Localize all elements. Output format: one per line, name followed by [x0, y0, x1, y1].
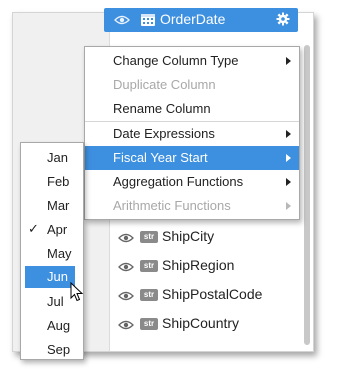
gear-icon[interactable] — [276, 12, 290, 31]
menu-item-duplicate-column[interactable]: Duplicate Column — [85, 73, 299, 97]
screenshot-stage: OrderDate str ShipCity str ShipRegion st… — [0, 0, 338, 370]
menu-item-fiscal-year-start[interactable]: Fiscal Year Start — [85, 146, 299, 170]
column-row[interactable]: str ShipCountry — [116, 312, 296, 336]
month-label: Apr — [47, 222, 68, 237]
column-row[interactable]: str ShipRegion — [116, 254, 296, 278]
panel-scrollbar[interactable] — [304, 45, 310, 345]
month-label: May — [47, 246, 72, 261]
eye-icon[interactable] — [114, 13, 130, 31]
column-name: ShipPostalCode — [162, 286, 263, 302]
month-option-checked[interactable]: ✓ Apr — [21, 219, 83, 241]
month-option[interactable]: Aug — [21, 315, 83, 337]
menu-item-date-expressions[interactable]: Date Expressions — [85, 122, 299, 146]
month-label: Jun — [47, 269, 68, 284]
menu-item-label: Arithmetic Functions — [113, 198, 231, 213]
submenu-arrow-icon — [286, 154, 291, 162]
column-name: ShipRegion — [162, 257, 235, 273]
column-name: ShipCountry — [162, 315, 240, 331]
submenu-arrow-icon — [286, 130, 291, 138]
menu-item-label: Date Expressions — [113, 126, 215, 141]
checkmark-icon: ✓ — [28, 221, 39, 236]
column-row-orderdate[interactable]: OrderDate — [104, 8, 298, 32]
menu-item-label: Aggregation Functions — [113, 174, 244, 189]
menu-item-label: Fiscal Year Start — [113, 150, 208, 165]
mouse-pointer-icon — [70, 281, 84, 307]
eye-icon[interactable] — [118, 260, 134, 276]
submenu-arrow-icon — [286, 57, 291, 65]
month-option[interactable]: Feb — [21, 171, 83, 193]
menu-item-change-column-type[interactable]: Change Column Type — [85, 49, 299, 73]
menu-item-rename-column[interactable]: Rename Column — [85, 97, 299, 121]
menu-item-aggregation-functions[interactable]: Aggregation Functions — [85, 170, 299, 194]
column-row[interactable]: str ShipCity — [116, 225, 296, 249]
eye-icon[interactable] — [118, 318, 134, 334]
selected-column-name: OrderDate — [160, 11, 226, 27]
fiscal-year-month-submenu: Jan Feb Mar ✓ Apr May Jun Jul Aug Sep — [20, 142, 84, 360]
string-type-badge: str — [140, 289, 158, 301]
menu-item-label: Change Column Type — [113, 53, 239, 68]
submenu-arrow-icon — [286, 178, 291, 186]
month-label: Jul — [47, 294, 64, 309]
month-label: Mar — [47, 198, 70, 213]
calendar-icon — [140, 12, 156, 32]
string-type-badge: str — [140, 260, 158, 272]
month-option[interactable]: Sep — [21, 339, 83, 359]
column-context-menu: Change Column Type Duplicate Column Rena… — [84, 46, 300, 220]
menu-item-arithmetic-functions[interactable]: Arithmetic Functions — [85, 194, 299, 218]
month-label: Aug — [47, 318, 71, 333]
month-label: Sep — [47, 342, 71, 357]
month-option[interactable]: Mar — [21, 195, 83, 217]
month-label: Feb — [47, 174, 70, 189]
menu-item-label: Rename Column — [113, 101, 211, 116]
column-name: ShipCity — [162, 228, 215, 244]
column-row[interactable]: str ShipPostalCode — [116, 283, 296, 307]
string-type-badge: str — [140, 318, 158, 330]
string-type-badge: str — [140, 231, 158, 243]
month-option[interactable]: Jan — [21, 147, 83, 169]
eye-icon[interactable] — [118, 289, 134, 305]
menu-item-label: Duplicate Column — [113, 77, 216, 92]
submenu-arrow-icon — [286, 202, 291, 210]
eye-icon[interactable] — [118, 231, 134, 247]
month-option[interactable]: May — [21, 243, 83, 265]
month-option-hovered[interactable]: Jun — [25, 266, 75, 288]
month-label: Jan — [47, 150, 68, 165]
